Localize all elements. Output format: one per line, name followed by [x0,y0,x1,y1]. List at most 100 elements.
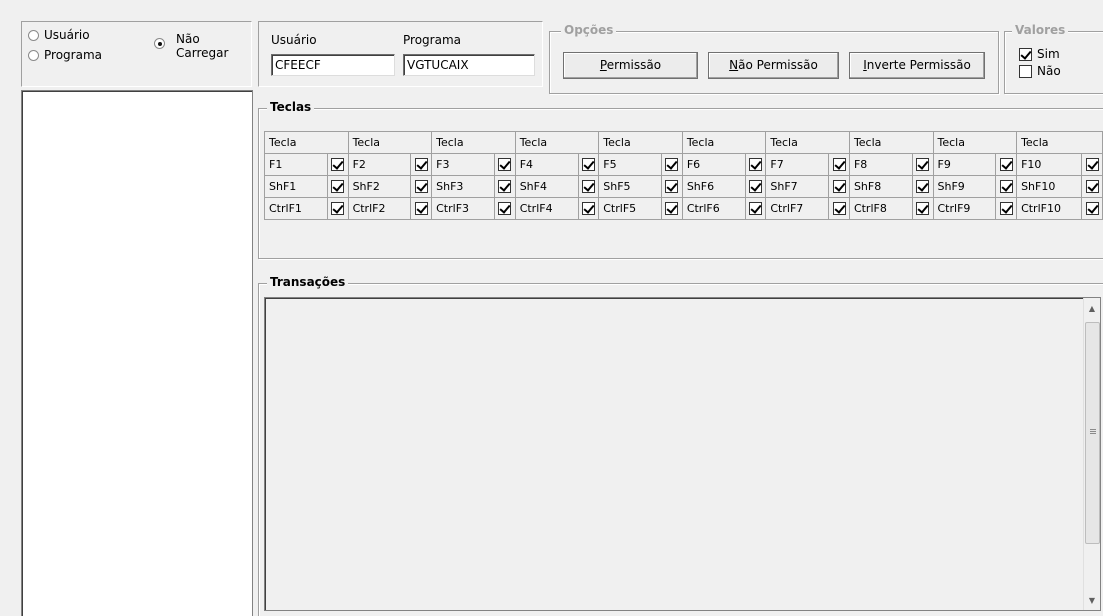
key-permission-checkbox[interactable] [498,180,512,194]
key-name-cell: F9 [932,153,997,176]
key-name-cell: CtrlF5 [598,197,663,220]
key-permission-cell [828,175,850,198]
key-permission-checkbox[interactable] [331,202,345,216]
radio-programa[interactable]: Programa [28,48,118,64]
key-name-cell: ShF5 [598,175,663,198]
key-permission-checkbox[interactable] [581,180,595,194]
key-permission-checkbox[interactable] [1085,180,1099,194]
key-permission-cell [410,197,433,220]
key-permission-checkbox[interactable] [1085,158,1099,172]
teclas-header-row: Tecla Tecla Tecla Tecla Tecla Tecla Tecla Tecla… [264,131,1103,154]
sim-label: Sim [1037,47,1060,61]
teclas-header-cell: Tecla [765,131,850,154]
radio-programa-label: Programa [44,48,102,62]
key-name-cell: F8 [848,153,913,176]
radio-usuario-indicator[interactable] [28,30,39,41]
key-permission-cell [828,153,850,176]
key-permission-checkbox[interactable] [749,180,763,194]
key-permission-cell [661,175,683,198]
usuario-field[interactable]: CFEECF [271,54,395,76]
transacoes-title: Transações [267,275,349,289]
radio-programa-indicator[interactable] [28,50,39,61]
scroll-down-icon[interactable]: ▼ [1084,592,1100,608]
left-list-box[interactable] [21,90,253,616]
key-permission-checkbox[interactable] [414,180,428,194]
key-name-cell: CtrlF3 [431,197,496,220]
key-permission-checkbox[interactable] [331,180,345,194]
key-permission-checkbox[interactable] [1085,202,1099,216]
key-permission-checkbox[interactable] [331,158,345,172]
key-permission-cell [911,197,934,220]
key-permission-checkbox[interactable] [498,158,512,172]
permissao-button[interactable]: Permissão [563,52,698,79]
radio-nao-carregar[interactable]: Não Carregar [154,32,249,66]
key-permission-checkbox[interactable] [581,158,595,172]
key-permission-checkbox[interactable] [916,202,930,216]
key-name-cell: CtrlF8 [848,197,913,220]
key-permission-checkbox[interactable] [999,202,1013,216]
teclas-header-cell: Tecla [1016,131,1103,154]
key-permission-checkbox[interactable] [749,202,763,216]
teclas-title: Teclas [267,100,315,114]
sim-checkbox-row[interactable]: Sim [1019,47,1099,63]
inverte-permissao-button[interactable]: Inverte Permissão [849,52,985,79]
scroll-thumb[interactable] [1085,322,1100,544]
radio-usuario[interactable]: Usuário [28,28,108,44]
nao-checkbox[interactable] [1019,65,1032,78]
key-name-cell: CtrlF7 [765,197,830,220]
programa-label: Programa [403,33,461,47]
radio-nao-carregar-indicator[interactable] [154,38,165,49]
key-permission-checkbox[interactable] [665,158,679,172]
nao-label: Não [1037,64,1061,78]
key-name-cell: ShF1 [264,175,328,198]
key-permission-checkbox[interactable] [832,180,846,194]
key-name-cell: CtrlF1 [264,197,328,220]
key-permission-cell [326,197,349,220]
nao-checkbox-row[interactable]: Não [1019,64,1099,80]
radio-nao-carregar-label-line2: Carregar [176,46,229,60]
teclas-row: F1 F2 F3 F4 F5 F6 F7 F8 F9 F10 [264,153,1103,176]
key-name-cell: ShF10 [1016,175,1083,198]
key-permission-checkbox[interactable] [414,202,428,216]
key-permission-checkbox[interactable] [498,202,512,216]
key-permission-cell [911,153,934,176]
key-permission-checkbox[interactable] [665,180,679,194]
key-permission-checkbox[interactable] [916,180,930,194]
key-permission-cell [1081,197,1103,220]
key-permission-cell [828,197,850,220]
key-permission-checkbox[interactable] [999,180,1013,194]
key-name-cell: F2 [347,153,412,176]
key-name-cell: ShF2 [347,175,412,198]
transacoes-scrollbar[interactable]: ▲ ▼ [1083,298,1100,610]
key-permission-checkbox[interactable] [749,158,763,172]
teclas-table: Tecla Tecla Tecla Tecla Tecla Tecla Tecla Tecla… [264,131,1103,220]
teclas-header-cell: Tecla [264,131,349,154]
teclas-row: CtrlF1 CtrlF2 CtrlF3 CtrlF4 CtrlF5 CtrlF6 Ctrl… [264,197,1103,220]
key-permission-checkbox[interactable] [916,158,930,172]
key-name-cell: ShF8 [848,175,913,198]
valores-title: Valores [1012,23,1069,37]
usuario-label: Usuário [271,33,317,47]
key-permission-checkbox[interactable] [581,202,595,216]
key-name-cell: F6 [681,153,746,176]
key-name-cell: CtrlF4 [514,197,579,220]
programa-field[interactable]: VGTUCAIX [403,54,535,76]
key-permission-checkbox[interactable] [414,158,428,172]
scroll-grip-icon [1090,429,1096,430]
key-permission-checkbox[interactable] [832,158,846,172]
transacoes-list[interactable]: ▲ ▼ [264,297,1101,611]
key-permission-cell [577,197,600,220]
nao-permissao-button[interactable]: Não Permissão [708,52,839,79]
key-permission-checkbox[interactable] [999,158,1013,172]
key-permission-cell [410,153,433,176]
key-permission-cell [995,175,1018,198]
key-permission-cell [326,175,349,198]
key-name-cell: ShF6 [681,175,746,198]
sim-checkbox[interactable] [1019,48,1032,61]
key-permission-checkbox[interactable] [665,202,679,216]
key-name-cell: CtrlF2 [347,197,412,220]
user-program-panel: Usuário CFEECF Programa VGTUCAIX [258,21,543,87]
scroll-up-icon[interactable]: ▲ [1084,300,1100,316]
load-mode-panel: Usuário Programa Não Carregar [21,21,252,87]
key-permission-checkbox[interactable] [832,202,846,216]
